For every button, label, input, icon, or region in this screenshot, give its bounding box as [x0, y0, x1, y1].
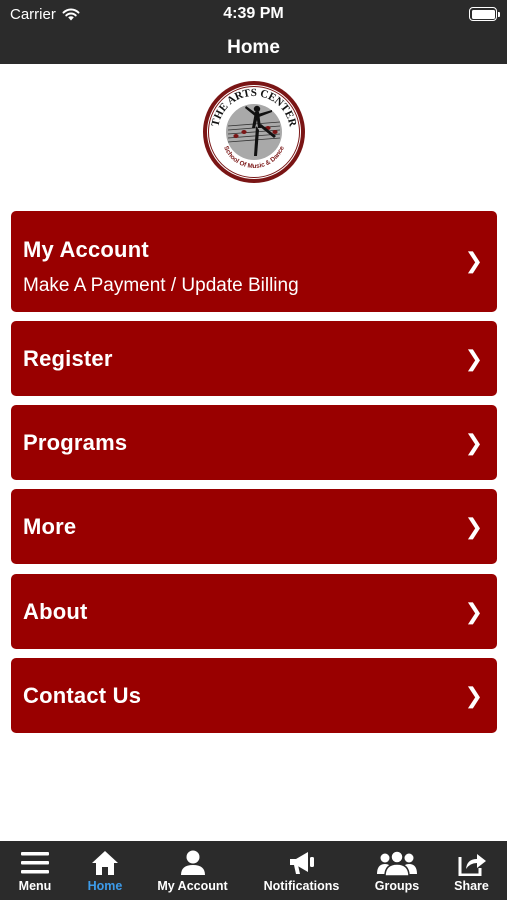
my-account-button[interactable]: My Account Make A Payment / Update Billi…: [11, 211, 497, 312]
home-icon: [92, 851, 118, 875]
tab-share[interactable]: Share: [436, 841, 507, 900]
chevron-right-icon: ❯: [464, 430, 483, 455]
status-bar: Carrier 4:39 PM: [0, 0, 507, 30]
tab-home-label: Home: [87, 879, 123, 893]
chevron-right-icon: ❯: [464, 514, 483, 539]
share-icon: [458, 854, 486, 876]
chevron-right-icon: ❯: [464, 683, 483, 708]
my-account-label: My Account: [23, 237, 149, 262]
more-button[interactable]: More ❯: [11, 489, 497, 564]
tab-notifications[interactable]: Notifications: [245, 841, 358, 900]
tab-groups-label: Groups: [374, 879, 420, 893]
arts-center-logo: THE ARTS CENTER School Of Music & Dance: [203, 81, 305, 183]
chevron-right-icon: ❯: [464, 346, 483, 371]
chevron-right-icon: ❯: [464, 248, 483, 273]
tab-home[interactable]: Home: [70, 841, 140, 900]
contact-us-button[interactable]: Contact Us ❯: [11, 658, 497, 733]
tab-notifications-label: Notifications: [263, 879, 340, 893]
person-icon: [180, 850, 205, 875]
tab-groups[interactable]: Groups: [358, 841, 436, 900]
hamburger-icon: [21, 852, 49, 874]
megaphone-icon: [289, 852, 314, 874]
nav-bar: Home: [0, 30, 507, 64]
clock: 4:39 PM: [223, 5, 284, 22]
register-label: Register: [23, 346, 113, 371]
tab-share-label: Share: [454, 879, 489, 893]
tab-bar: Menu Home My Account Notifications Group…: [0, 841, 507, 900]
tab-my-account[interactable]: My Account: [140, 841, 245, 900]
tab-menu-label: Menu: [18, 879, 52, 893]
battery-icon: [469, 7, 500, 21]
chevron-right-icon: ❯: [464, 599, 483, 624]
about-label: About: [23, 599, 88, 624]
my-account-sublabel: Make A Payment / Update Billing: [23, 275, 299, 296]
register-button[interactable]: Register ❯: [11, 321, 497, 396]
tab-menu[interactable]: Menu: [0, 841, 70, 900]
tab-my-account-label: My Account: [157, 879, 228, 893]
group-icon: [377, 850, 417, 876]
more-label: More: [23, 514, 77, 539]
about-button[interactable]: About ❯: [11, 574, 497, 649]
programs-button[interactable]: Programs ❯: [11, 405, 497, 480]
page-title: Home: [227, 37, 280, 58]
programs-label: Programs: [23, 430, 128, 455]
contact-us-label: Contact Us: [23, 683, 142, 708]
